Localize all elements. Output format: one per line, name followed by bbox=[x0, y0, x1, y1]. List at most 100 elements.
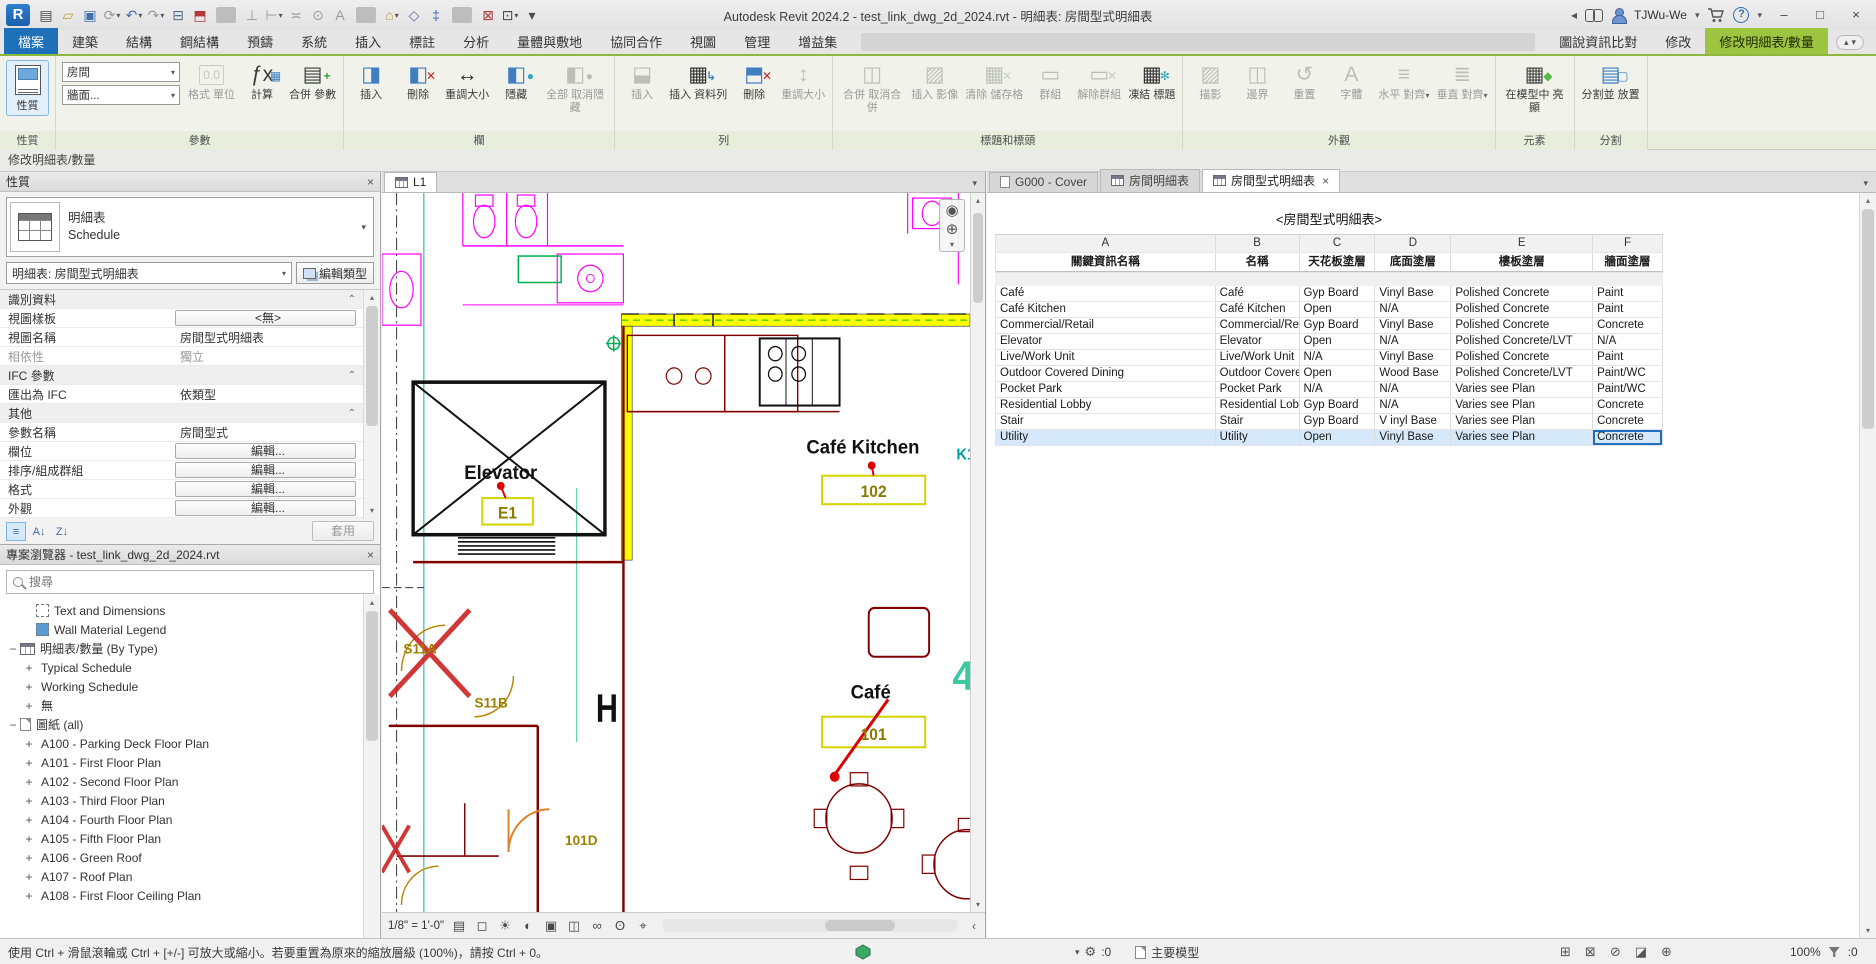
property-row[interactable]: 排序/組成群組 編輯... ⌃ bbox=[0, 461, 380, 480]
cell-name[interactable]: Café bbox=[1216, 286, 1300, 301]
tree-item[interactable]: + A102 - Second Floor Plan bbox=[0, 772, 380, 791]
cell-wall-finish[interactable]: Paint/WC bbox=[1593, 382, 1663, 397]
tree-item[interactable]: + 無 bbox=[0, 696, 380, 715]
browser-scrollbar[interactable]: ▴ bbox=[363, 595, 380, 938]
cell-key-name[interactable]: Utility bbox=[996, 430, 1216, 445]
canvas-horizontal-scrollbar[interactable] bbox=[662, 919, 958, 932]
section-collapse-icon[interactable]: ⌃ bbox=[348, 294, 356, 305]
close-button[interactable]: × bbox=[1842, 4, 1870, 26]
cell-ceiling-finish[interactable]: N/A bbox=[1300, 350, 1376, 365]
type-selector[interactable]: 明細表 Schedule ▾ bbox=[6, 197, 374, 257]
tree-item[interactable]: + A100 - Parking Deck Floor Plan bbox=[0, 734, 380, 753]
schedule-scrollbar[interactable]: ▴ ▾ bbox=[1859, 193, 1876, 938]
ribbon-tab[interactable]: 管理 bbox=[730, 28, 784, 54]
cell-key-name[interactable]: Pocket Park bbox=[996, 382, 1216, 397]
hide-column-button[interactable]: ◧● 隱藏 bbox=[493, 59, 539, 104]
drag-on-selection-toggle-icon[interactable]: ⊕ bbox=[1661, 944, 1672, 960]
tree-expander[interactable]: + bbox=[22, 699, 36, 713]
cell-wall-finish[interactable]: N/A bbox=[1593, 334, 1663, 349]
resize-column-button[interactable]: ↔ 重調大小 bbox=[442, 59, 492, 104]
crop-region-visibility-icon[interactable]: ◫ bbox=[566, 918, 582, 934]
cell-base-finish[interactable]: Vinyl Base bbox=[1375, 350, 1451, 365]
combine-params-button[interactable]: ▤+ 合併 參數 bbox=[286, 59, 339, 104]
navbar-dropdown-icon[interactable]: ▾ bbox=[950, 240, 954, 249]
cell-ceiling-finish[interactable]: Open bbox=[1300, 430, 1376, 445]
qat-button[interactable]: ⊡ ▾ bbox=[500, 5, 520, 25]
cell-floor-finish[interactable]: Varies see Plan bbox=[1451, 398, 1593, 413]
delete-row-button[interactable]: ⬒✕ 刪除 bbox=[731, 59, 777, 104]
qat-button[interactable]: ▾ bbox=[522, 5, 542, 25]
ribbon-tab[interactable]: 視圖 bbox=[676, 28, 730, 54]
ribbon-tab[interactable]: 量體與敷地 bbox=[503, 28, 596, 54]
cell-floor-finish[interactable]: Polished Concrete/LVT bbox=[1451, 334, 1593, 349]
tree-expander[interactable]: + bbox=[22, 813, 36, 827]
column-letter[interactable]: E bbox=[1451, 235, 1593, 252]
qat-button[interactable]: ▱ bbox=[58, 5, 78, 25]
property-row[interactable]: 識別資料 ⌃ bbox=[0, 290, 380, 309]
cell-name[interactable]: Café Kitchen bbox=[1216, 302, 1300, 317]
drawing-canvas[interactable]: Elevator E1 Café Kitchen 102 K10 Café 10… bbox=[382, 193, 985, 912]
shadows-icon[interactable]: ◐ bbox=[520, 918, 536, 933]
tree-expander[interactable]: − bbox=[6, 642, 20, 656]
schedule-view[interactable]: <房間型式明細表> A B C D E F 關鍵資訊名稱 名稱 天花板塗層 底面… bbox=[987, 193, 1876, 938]
tree-expander[interactable]: + bbox=[22, 870, 36, 884]
cell-floor-finish[interactable]: Polished Concrete/LVT bbox=[1451, 366, 1593, 381]
cell-floor-finish[interactable]: Polished Concrete bbox=[1451, 302, 1593, 317]
view-tabs-menu-icon[interactable]: ▾ bbox=[966, 178, 983, 192]
sort-default-button[interactable]: ≡ bbox=[6, 522, 26, 541]
cell-floor-finish[interactable]: Polished Concrete bbox=[1451, 286, 1593, 301]
property-row[interactable]: 參數名稱 房間型式 ⌃ bbox=[0, 423, 380, 442]
column-letter[interactable]: C bbox=[1300, 235, 1376, 252]
qat-button[interactable]: A bbox=[330, 5, 350, 25]
search-binoculars-icon[interactable] bbox=[1585, 9, 1603, 21]
property-row[interactable]: 外觀 編輯... ⌃ bbox=[0, 499, 380, 518]
clear-cell-button[interactable]: ▦✕ 清除 儲存格 bbox=[962, 59, 1026, 104]
property-row[interactable]: 欄位 編輯... ⌃ bbox=[0, 442, 380, 461]
cell-ceiling-finish[interactable]: N/A bbox=[1300, 382, 1376, 397]
insert-column-button[interactable]: ◨ 插入 bbox=[348, 59, 394, 104]
detail-level-icon[interactable]: ▤ bbox=[451, 918, 467, 934]
align-horizontal-button[interactable]: ≡ 水平 對齊▾ bbox=[1375, 59, 1432, 104]
zoom-level[interactable]: 100% bbox=[1790, 945, 1821, 959]
property-value[interactable]: 編輯... bbox=[175, 462, 356, 478]
tree-item[interactable]: − 圖紙 (all) bbox=[0, 715, 380, 734]
tree-item[interactable]: + A107 - Roof Plan bbox=[0, 867, 380, 886]
section-collapse-icon[interactable]: ⌃ bbox=[348, 370, 356, 381]
font-button[interactable]: A 字體 bbox=[1328, 59, 1374, 104]
qat-button[interactable]: ⊢ ▾ bbox=[264, 5, 284, 25]
cell-name[interactable]: Elevator bbox=[1216, 334, 1300, 349]
parameter-combo[interactable]: 牆面... ▾ bbox=[62, 85, 180, 105]
tree-item[interactable]: + Typical Schedule bbox=[0, 658, 380, 677]
qat-button[interactable] bbox=[452, 7, 472, 23]
crop-view-icon[interactable]: ▣ bbox=[543, 918, 559, 934]
select-by-face-toggle-icon[interactable]: ◪ bbox=[1635, 944, 1647, 960]
qat-button[interactable] bbox=[216, 7, 236, 23]
ribbon-tab[interactable]: 檔案 bbox=[4, 28, 58, 54]
ribbon-tab[interactable]: 修改明細表/數量 bbox=[1705, 28, 1828, 54]
tree-expander[interactable]: + bbox=[22, 756, 36, 770]
ribbon-tab[interactable]: 預鑄 bbox=[233, 28, 287, 54]
sort-descending-button[interactable]: Z↓ bbox=[52, 522, 72, 541]
select-pinned-toggle-icon[interactable]: ⊘ bbox=[1610, 944, 1621, 960]
group-button[interactable]: ▭ 群組 bbox=[1027, 59, 1073, 104]
property-row[interactable]: IFC 參數 ⌃ bbox=[0, 366, 380, 385]
qat-button[interactable]: ▣ bbox=[80, 5, 100, 25]
edit-type-button[interactable]: 編輯類型 bbox=[296, 262, 374, 284]
view-scale[interactable]: 1/8" = 1'-0" bbox=[388, 920, 444, 932]
help-dropdown-icon[interactable]: ▾ bbox=[1757, 10, 1762, 21]
view-tabs-menu-icon[interactable]: ▾ bbox=[1857, 178, 1874, 192]
editing-requests-icon[interactable]: ⚙ bbox=[1085, 944, 1097, 960]
tree-item[interactable]: + A108 - First Floor Ceiling Plan bbox=[0, 886, 380, 905]
cell-wall-finish[interactable]: Concrete bbox=[1593, 318, 1663, 333]
reset-button[interactable]: ↺ 重置 bbox=[1281, 59, 1327, 104]
ungroup-button[interactable]: ▭✕ 解除群組 bbox=[1074, 59, 1124, 104]
column-header[interactable]: 樓板塗層 bbox=[1451, 253, 1593, 272]
qat-button[interactable]: ⟳ ▾ bbox=[102, 5, 122, 25]
calculated-param-button[interactable]: ƒx▦ 計算 bbox=[239, 59, 285, 104]
sun-path-icon[interactable]: ☀ bbox=[497, 918, 513, 934]
tree-expander[interactable]: + bbox=[22, 737, 36, 751]
tree-item[interactable]: + A101 - First Floor Plan bbox=[0, 753, 380, 772]
merge-unmerge-button[interactable]: ◫ 合併 取消合併 bbox=[837, 59, 907, 117]
user-dropdown-icon[interactable]: ▾ bbox=[1695, 10, 1700, 21]
column-header[interactable]: 天花板塗層 bbox=[1300, 253, 1376, 272]
